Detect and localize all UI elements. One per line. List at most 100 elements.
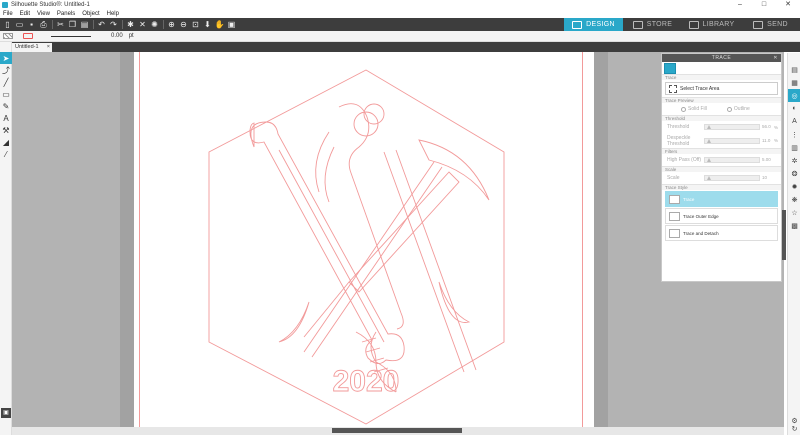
despeckle-slider[interactable]	[704, 137, 760, 144]
star-icon[interactable]: ☆	[788, 206, 800, 219]
high-pass-value[interactable]: 5.00	[762, 157, 772, 163]
hand-pan-icon[interactable]: ✋	[215, 20, 225, 29]
scale-slider-knob[interactable]	[707, 176, 711, 180]
save-icon[interactable]: ▪	[27, 20, 36, 29]
select-tool-icon[interactable]: ➤	[0, 52, 12, 64]
trace-style-detach-label: Trace and Detach	[683, 230, 719, 236]
transform-icon[interactable]: ✲	[788, 154, 800, 167]
tab-design[interactable]: DESIGN	[564, 18, 623, 31]
print-icon[interactable]: ⎙	[39, 20, 48, 29]
threshold-unit: %	[774, 124, 779, 130]
open-folder-icon[interactable]: ▭	[15, 20, 24, 29]
deselect-icon[interactable]: ✕	[138, 20, 147, 29]
trace-panel-tab-icon[interactable]: ◎	[788, 89, 800, 102]
select-all-icon[interactable]: ✱	[126, 20, 135, 29]
redo-icon[interactable]: ↷	[109, 20, 118, 29]
despeckle-slider-knob[interactable]	[707, 138, 711, 143]
menu-help[interactable]: Help	[107, 11, 119, 17]
left-toolbox: ➤ ⤴ ╱ ▭ ✎ A ⚒ ◢ ⁄ ▣	[0, 42, 12, 435]
edit-points-icon[interactable]: ⤴	[0, 64, 12, 76]
tab-library-label: LIBRARY	[702, 21, 735, 28]
menu-panels[interactable]: Panels	[57, 11, 75, 17]
line-color-swatch[interactable]	[23, 33, 33, 39]
right-panel-strip: ▤ ▦ ◎ ◐ A ⋮ ▥ ✲ ❂ ✹ ❋ ☆ ▩ ⚙ ↻	[787, 53, 800, 435]
solid-fill-radio[interactable]	[681, 106, 686, 112]
trace-sun-icon[interactable]: ✺	[150, 20, 159, 29]
text-tool-icon[interactable]: A	[0, 112, 12, 124]
paste-icon[interactable]: ▤	[80, 20, 89, 29]
high-pass-slider[interactable]	[704, 157, 760, 163]
text-style-icon[interactable]: A	[788, 115, 800, 128]
title-bar: Silhouette Studio®: Untitled-1 – □ ✕	[0, 0, 800, 9]
threshold-slider-knob[interactable]	[707, 125, 711, 129]
menu-view[interactable]: View	[37, 11, 50, 17]
select-trace-area-button[interactable]: Select Trace Area	[665, 82, 778, 95]
close-window-button[interactable]: ✕	[776, 0, 800, 9]
scale-value[interactable]: 10	[762, 175, 772, 181]
trace-panel-close-button[interactable]: ✕	[773, 54, 778, 62]
copy-icon[interactable]: ❐	[68, 20, 77, 29]
tab-design-label: DESIGN	[586, 21, 615, 28]
tab-send[interactable]: SEND	[741, 18, 800, 31]
new-document-icon[interactable]: ▯	[3, 20, 12, 29]
eyedropper-tool-icon[interactable]: ⁄	[0, 148, 12, 160]
send-panel-icon[interactable]: ▦	[788, 76, 800, 89]
fill-color-icon[interactable]: ◐	[788, 102, 800, 115]
offset-icon[interactable]: ✹	[788, 180, 800, 193]
solid-fill-label: Solid Fill	[688, 106, 707, 112]
undo-icon[interactable]: ↶	[97, 20, 106, 29]
toolbar-divider	[52, 20, 53, 29]
horizontal-scroll-thumb[interactable]	[332, 428, 462, 433]
rectangle-tool-icon[interactable]: ▭	[0, 88, 12, 100]
document-tab-close-button[interactable]: ×	[47, 43, 50, 52]
trace-icon	[669, 194, 680, 204]
pan-down-icon[interactable]: ⬇	[203, 20, 212, 29]
zoom-in-icon[interactable]: ⊕	[167, 20, 176, 29]
cut-icon[interactable]: ✂	[56, 20, 65, 29]
sketch-icon[interactable]: ❋	[788, 193, 800, 206]
library-folder-icon[interactable]: ▣	[1, 408, 11, 418]
modify-icon[interactable]: ❂	[788, 167, 800, 180]
tab-library[interactable]: LIBRARY	[682, 18, 741, 31]
document-tab[interactable]: Untitled-1 ×	[12, 43, 52, 52]
knife-tool-icon[interactable]: ⚒	[0, 124, 12, 136]
despeckle-value[interactable]: 11.0	[762, 138, 772, 144]
page-setup-icon[interactable]: ▤	[788, 63, 800, 76]
menu-object[interactable]: Object	[82, 11, 99, 17]
line-width-input[interactable]: 0.00	[111, 33, 123, 39]
scale-row: Scale 10	[662, 172, 781, 184]
pickaxe-head	[418, 139, 490, 201]
design-tab-icon	[572, 20, 583, 29]
eraser-tool-icon[interactable]: ◢	[0, 136, 12, 148]
replicate-icon[interactable]: ▥	[788, 141, 800, 154]
menu-edit[interactable]: Edit	[20, 11, 30, 17]
high-pass-slider-knob[interactable]	[707, 158, 711, 162]
threshold-slider[interactable]	[704, 124, 760, 130]
menu-file[interactable]: File	[3, 11, 13, 17]
line-tool-icon[interactable]: ╱	[0, 76, 12, 88]
zoom-out-icon[interactable]: ⊖	[179, 20, 188, 29]
trace-style-trace[interactable]: Trace	[665, 191, 778, 207]
cutting-mat-page: 2020	[134, 52, 594, 435]
maximize-button[interactable]: □	[752, 0, 776, 9]
pattern-icon[interactable]: ▩	[788, 219, 800, 232]
trace-style-detach[interactable]: Trace and Detach	[665, 225, 778, 241]
fit-page-icon[interactable]: ▣	[227, 20, 236, 29]
horizontal-scrollbar[interactable]	[12, 427, 784, 435]
draw-tool-icon[interactable]: ✎	[0, 100, 12, 112]
outline-radio[interactable]	[726, 106, 732, 112]
trace-style-outer-edge[interactable]: Trace Outer Edge	[665, 208, 778, 224]
refresh-icon[interactable]: ↻	[788, 422, 800, 435]
traced-design[interactable]: 2020	[134, 52, 594, 435]
tab-store[interactable]: STORE	[623, 18, 682, 31]
scale-slider[interactable]	[704, 175, 760, 181]
line-style-dropdown[interactable]	[51, 35, 91, 37]
zoom-select-icon[interactable]: ⊡	[191, 20, 200, 29]
snake-head	[363, 103, 385, 125]
select-area-icon	[669, 84, 677, 93]
minimize-button[interactable]: –	[728, 0, 752, 9]
fill-color-swatch[interactable]	[3, 33, 13, 39]
align-icon[interactable]: ⋮	[788, 128, 800, 141]
threshold-value[interactable]: 56.0	[762, 124, 772, 130]
vertical-scroll-thumb[interactable]	[782, 210, 786, 260]
